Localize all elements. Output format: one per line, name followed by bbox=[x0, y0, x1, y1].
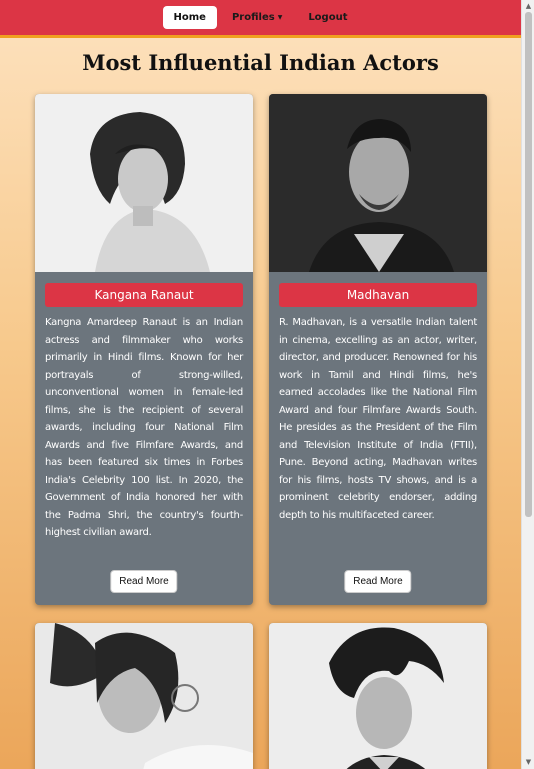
vertical-scrollbar[interactable]: ▲ ▼ bbox=[521, 0, 534, 769]
navbar: Home Profiles ▼ Logout bbox=[0, 0, 521, 38]
caret-down-icon: ▼ bbox=[277, 14, 283, 21]
nav-profiles-label: Profiles bbox=[231, 12, 275, 23]
actor-bio: Kangna Amardeep Ranaut is an Indian actr… bbox=[45, 317, 243, 538]
nav-profiles-dropdown[interactable]: Profiles ▼ bbox=[221, 6, 293, 29]
scrollbar-thumb[interactable] bbox=[525, 12, 532, 517]
nav-home-label: Home bbox=[173, 12, 206, 23]
actor-name: Kangana Ranaut bbox=[45, 283, 243, 307]
actor-card bbox=[35, 623, 253, 769]
actor-photo bbox=[269, 94, 487, 272]
actor-card bbox=[269, 623, 487, 769]
actor-photo bbox=[35, 623, 253, 769]
page-title: Most Influential Indian Actors bbox=[82, 50, 439, 75]
actor-photo bbox=[269, 623, 487, 769]
nav-logout-label: Logout bbox=[308, 12, 348, 23]
actor-card: Madhavan R. Madhavan, is a versatile Ind… bbox=[269, 94, 487, 605]
actor-name: Madhavan bbox=[279, 283, 477, 307]
scroll-down-arrow-icon[interactable]: ▼ bbox=[522, 756, 534, 769]
actor-card: Kangana Ranaut Kangna Amardeep Ranaut is… bbox=[35, 94, 253, 605]
actor-bio: R. Madhavan, is a versatile Indian talen… bbox=[279, 317, 477, 521]
actor-photo bbox=[35, 94, 253, 272]
read-more-button[interactable]: Read More bbox=[344, 570, 412, 593]
nav-logout[interactable]: Logout bbox=[297, 6, 358, 29]
nav-home[interactable]: Home bbox=[162, 6, 217, 29]
read-more-button[interactable]: Read More bbox=[110, 570, 178, 593]
